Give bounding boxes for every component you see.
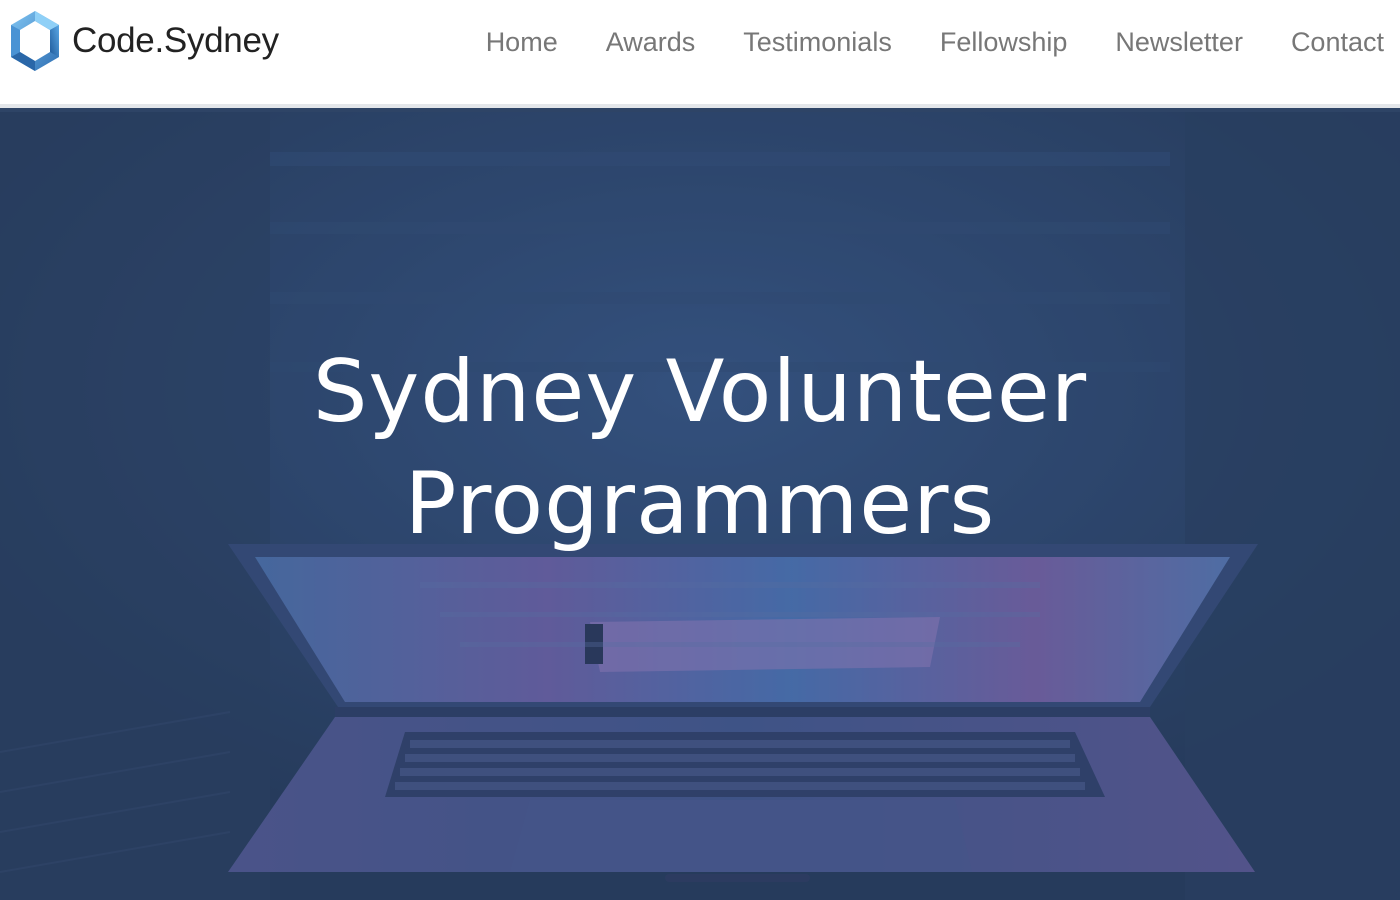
top-navbar: Code.Sydney Home Awards Testimonials Fel… <box>0 0 1400 108</box>
nav-newsletter[interactable]: Newsletter <box>1115 27 1243 58</box>
nav-fellowship[interactable]: Fellowship <box>940 27 1068 58</box>
hero-heading: Sydney Volunteer Programmers <box>0 336 1400 560</box>
nav-contact[interactable]: Contact <box>1291 27 1384 58</box>
main-nav: Home Awards Testimonials Fellowship News… <box>486 20 1384 64</box>
brand-link[interactable]: Code.Sydney <box>8 8 279 74</box>
nav-awards[interactable]: Awards <box>606 27 696 58</box>
hero-heading-line1: Sydney Volunteer <box>312 342 1088 442</box>
hexagon-logo-icon <box>11 11 59 71</box>
nav-testimonials[interactable]: Testimonials <box>743 27 892 58</box>
nav-home[interactable]: Home <box>486 27 558 58</box>
hero-heading-line2: Programmers <box>404 454 996 554</box>
hero-section: Sydney Volunteer Programmers <box>0 112 1400 900</box>
brand-name: Code.Sydney <box>72 21 279 60</box>
